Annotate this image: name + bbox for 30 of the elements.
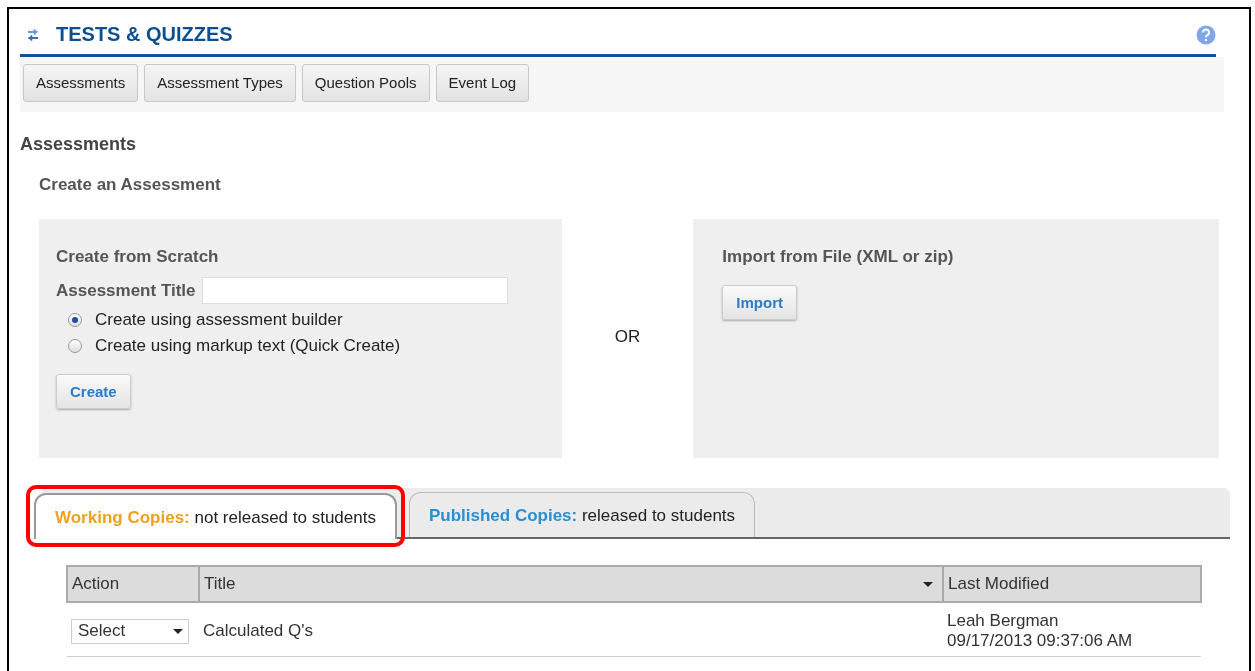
caret-icon xyxy=(173,628,183,634)
tab[interactable]: Working Copies: not released to students xyxy=(34,493,397,539)
help-icon[interactable] xyxy=(1196,24,1216,45)
create-button[interactable]: Create xyxy=(56,374,131,409)
tab[interactable]: Published Copies: released to students xyxy=(408,492,756,537)
option-label: Create using markup text (Quick Create) xyxy=(95,336,401,356)
radio-button[interactable] xyxy=(68,339,82,353)
table-cell: Calculated Q's xyxy=(199,602,943,657)
column-header[interactable]: Action xyxy=(67,566,199,602)
field-label: Assessment Title xyxy=(56,280,196,301)
import-button[interactable]: Import xyxy=(722,285,798,320)
nav-button[interactable]: Assessment Types xyxy=(144,64,296,102)
title-input[interactable] xyxy=(201,277,508,304)
tool-title: TESTS & QUIZZES xyxy=(56,23,234,46)
nav-button[interactable]: Assessments xyxy=(23,64,139,102)
column-header[interactable]: Title xyxy=(199,566,943,602)
page-heading: Assessments xyxy=(20,134,138,155)
panel-title: Create from Scratch xyxy=(56,247,220,267)
or-label: OR xyxy=(614,326,641,347)
action-select[interactable]: Select xyxy=(71,618,189,644)
section-heading: Create an Assessment xyxy=(39,175,222,195)
nav-button[interactable]: Event Log xyxy=(435,64,530,102)
radio-button[interactable] xyxy=(68,313,82,327)
table-cell: Leah Bergman 09/17/2013 09:37:06 AM xyxy=(943,602,1201,657)
nav-button[interactable]: Question Pools xyxy=(301,64,430,102)
option-label: Create using assessment builder xyxy=(95,310,343,330)
arrows-icon xyxy=(26,26,40,43)
column-header[interactable]: Last Modified xyxy=(943,566,1201,602)
panel-title: Import from File (XML or zip) xyxy=(722,247,955,267)
caret-icon[interactable] xyxy=(923,581,933,587)
